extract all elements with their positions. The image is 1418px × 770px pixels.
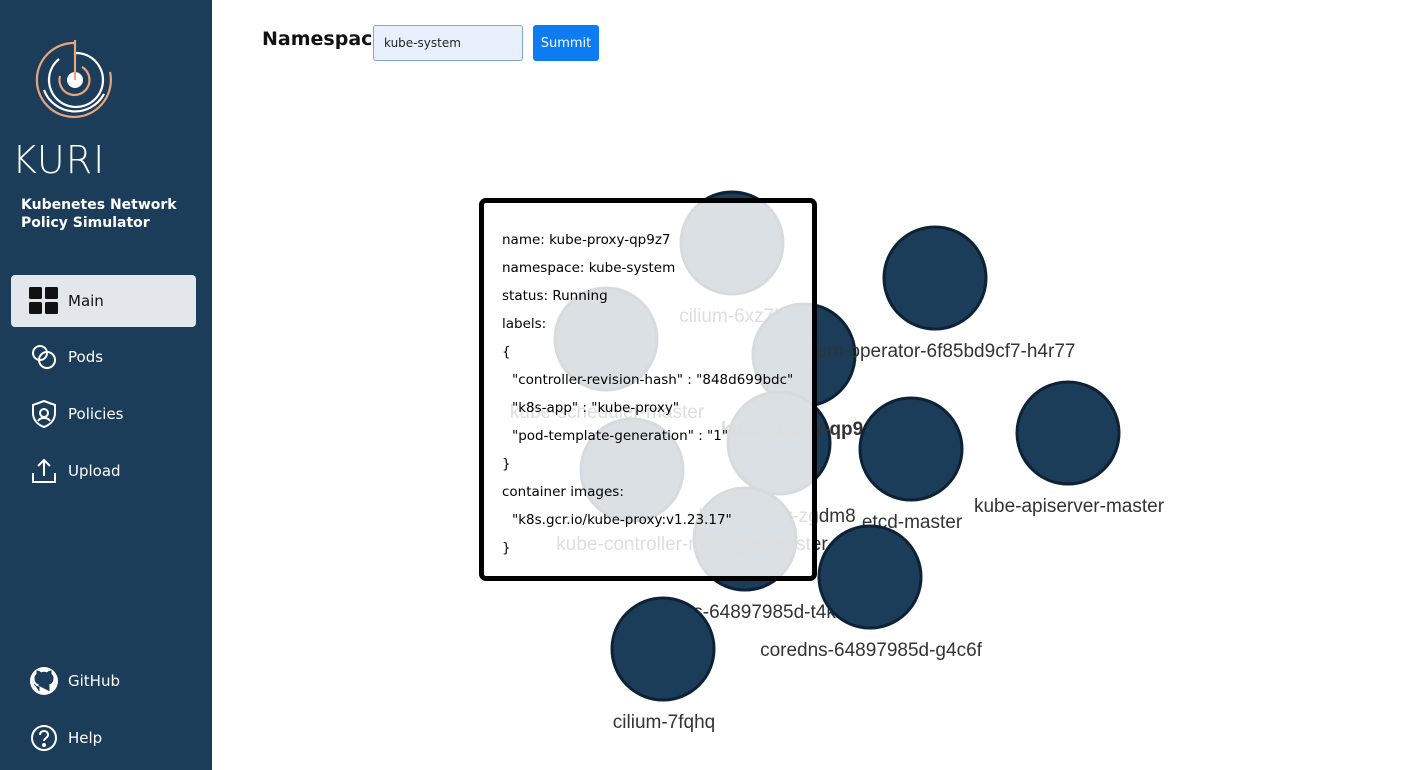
sidebar-item-label: Policies [68,405,124,423]
pod-namespace: namespace: kube-system [502,260,676,276]
sidebar-item-label: Main [68,292,104,310]
brand-subtitle-line1: Kubenetes Network [21,197,177,213]
sidebar-item-upload[interactable]: Upload [11,445,196,497]
github-icon [28,665,60,697]
graph-node-label: cilium-7fqhq [613,712,715,733]
upload-icon [28,455,60,487]
graph-node[interactable]: kube-apiserver-master [974,380,1165,517]
labels-close-brace: } [502,456,511,472]
sidebar: KURI Kubenetes Network Policy Simulator … [0,0,212,770]
brand-subtitle: Kubenetes Network Policy Simulator [21,196,177,232]
label-entry: "pod-template-generation" : "1" [512,428,729,444]
grid-icon [28,285,60,317]
brand-title: KURI [12,138,106,182]
graph-node[interactable]: cilium-7fqhq [610,596,716,733]
pods-icon [28,341,60,373]
sidebar-item-main[interactable]: Main [11,275,196,327]
sidebar-item-label: Help [68,729,103,747]
sidebar-item-policies[interactable]: Policies [11,388,196,440]
pod-status: status: Running [502,288,608,304]
kuri-logo-icon [35,40,112,119]
sidebar-item-label: Pods [68,348,104,366]
image-entry: "k8s.gcr.io/kube-proxy:v1.23.17" [512,512,732,528]
help-icon [28,722,60,754]
graph-node-label: kube-apiserver-master [974,496,1165,517]
sidebar-item-pods[interactable]: Pods [11,331,196,383]
sidebar-item-help[interactable]: Help [11,712,196,764]
labels-header: labels: [502,316,547,332]
label-entry: "k8s-app" : "kube-proxy" [512,400,680,416]
labels-open-brace: { [502,344,511,360]
graph-node[interactable] [882,225,988,331]
brand-subtitle-line2: Policy Simulator [21,215,150,231]
pod-name: name: kube-proxy-qp9z7 [502,232,671,248]
images-close-bracket: } [502,540,511,556]
pod-detail-tooltip: name: kube-proxy-qp9z7 namespace: kube-s… [479,198,817,581]
shield-icon [28,398,60,430]
graph-node[interactable]: etcd-master [858,396,964,533]
label-entry: "controller-revision-hash" : "848d699bdc… [512,372,794,388]
graph-node-label: coredns-64897985d-g4c6f [760,640,983,661]
sidebar-item-label: GitHub [68,672,120,690]
images-header: container images: [502,484,624,500]
graph-node-label: cilium-operator-6f85bd9cf7-h4r77 [795,341,1076,362]
sidebar-item-github[interactable]: GitHub [11,655,196,707]
sidebar-item-label: Upload [68,462,121,480]
